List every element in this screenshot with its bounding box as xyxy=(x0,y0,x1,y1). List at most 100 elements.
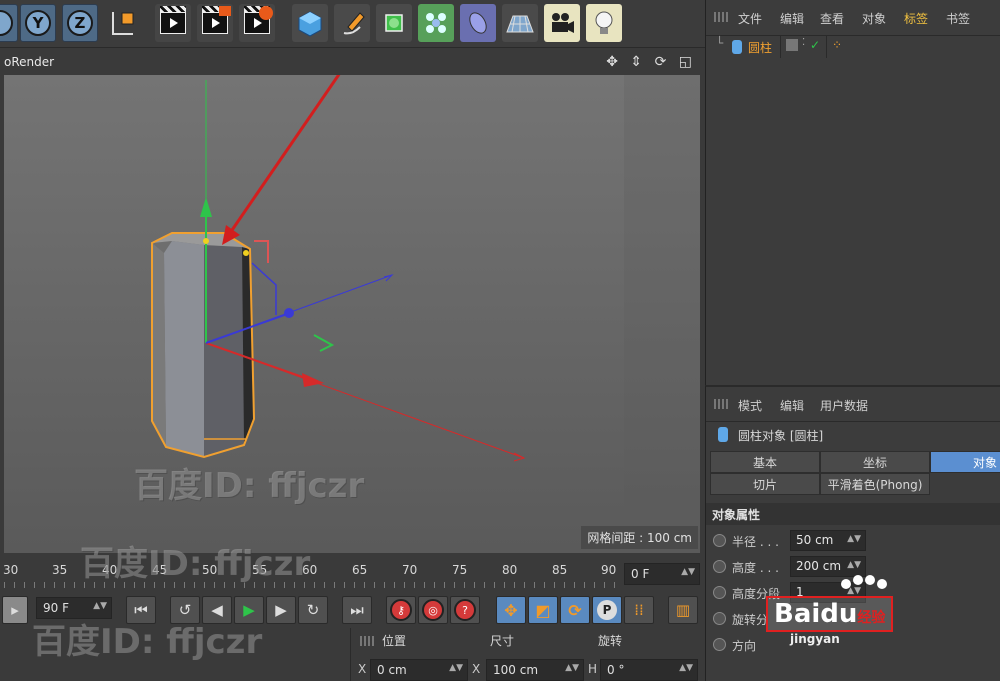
layer-icon[interactable] xyxy=(786,39,798,51)
question-icon: ? xyxy=(454,599,476,621)
current-frame-field[interactable]: 0 F ▲▼ xyxy=(624,563,700,585)
baidu-logo-suffix: 经验 xyxy=(857,610,886,626)
x-size-field[interactable]: 100 cm ▲▼ xyxy=(486,659,584,681)
parameter-key-button[interactable]: P xyxy=(592,596,622,624)
z-axis-lock-button[interactable]: Z xyxy=(62,4,98,42)
animation-radio[interactable] xyxy=(713,586,726,599)
skip-to-end-icon: ⏭ xyxy=(350,601,364,619)
subdivision-icon xyxy=(385,14,403,32)
menu-edit[interactable]: 编辑 xyxy=(780,397,804,414)
keyframe-selection-button[interactable]: ? xyxy=(450,596,480,624)
h-rotation-field[interactable]: 0 ° ▲▼ xyxy=(600,659,698,681)
z-axis-handle[interactable] xyxy=(284,308,294,318)
menu-file[interactable]: 文件 xyxy=(738,10,762,27)
stepper-arrows-icon[interactable]: ▲▼ xyxy=(449,663,463,673)
timeline-tick: 65 xyxy=(352,563,368,577)
menu-view[interactable]: 查看 xyxy=(820,10,844,27)
visibility-dots-icon[interactable]: ⁚ xyxy=(802,37,805,48)
render-view-button[interactable] xyxy=(155,4,191,42)
viewport-header: oRender ✥ ⇕ ⟳ ◱ xyxy=(0,52,700,74)
object-manager-menu: 文件 编辑 查看 对象 标签 书签 xyxy=(706,0,1000,36)
floor-button[interactable] xyxy=(502,4,538,42)
animation-radio[interactable] xyxy=(713,560,726,573)
object-list[interactable] xyxy=(706,58,1000,385)
timeline-tick: 30 xyxy=(3,563,19,577)
render-picture-viewer-button[interactable] xyxy=(197,4,233,42)
timeline-tick: 85 xyxy=(552,563,568,577)
menu-mode[interactable]: 模式 xyxy=(738,397,762,414)
next-frame-button[interactable]: ▶ xyxy=(266,596,296,624)
viewport-navigation-icons[interactable]: ✥ ⇕ ⟳ ◱ xyxy=(606,54,696,70)
autokeying-button[interactable]: ◎ xyxy=(418,596,448,624)
menu-user-data[interactable]: 用户数据 xyxy=(820,397,868,414)
subdivision-surface-button[interactable] xyxy=(376,4,412,42)
tab-object[interactable]: 对象 xyxy=(930,451,1000,473)
menu-edit[interactable]: 编辑 xyxy=(780,10,804,27)
tab-basic[interactable]: 基本 xyxy=(710,451,820,473)
stepper-arrows-icon[interactable]: ▲▼ xyxy=(679,663,693,673)
coordinate-system-button[interactable] xyxy=(104,4,140,42)
radius-field[interactable]: 50 cm ▲▼ xyxy=(790,530,866,551)
preview-start-button[interactable]: ▸ xyxy=(2,596,28,624)
z-axis-icon: Z xyxy=(67,10,93,36)
h-rotation-label: H xyxy=(588,662,598,676)
stepper-arrows-icon[interactable]: ▲▼ xyxy=(847,560,861,570)
animation-radio[interactable] xyxy=(713,534,726,547)
cylinder-icon xyxy=(718,427,728,442)
key-icon: ⚷ xyxy=(390,599,412,621)
cube-button[interactable] xyxy=(292,4,328,42)
stepper-arrows-icon[interactable]: ▲▼ xyxy=(847,534,861,544)
object-row-cylinder[interactable]: └ 圆柱 ⁚ ✓ ⁘ xyxy=(706,36,1000,58)
timeline-tick: 80 xyxy=(502,563,518,577)
phong-tag-icon[interactable]: ⁘ xyxy=(832,38,842,52)
panel-grip-icon[interactable] xyxy=(360,636,374,646)
menu-objects[interactable]: 对象 xyxy=(862,10,886,27)
x-position-field[interactable]: 0 cm ▲▼ xyxy=(370,659,468,681)
timeline-tick: 70 xyxy=(402,563,418,577)
light-button[interactable] xyxy=(586,4,622,42)
watermark-text: 百度ID: ffjczr xyxy=(32,622,263,662)
position-key-button[interactable]: ✥ xyxy=(496,596,526,624)
coordinate-system-icon xyxy=(112,12,134,35)
grid-spacing-label: 网格间距 : 100 cm xyxy=(581,526,698,549)
cloner-button[interactable] xyxy=(418,4,454,42)
y-axis-handle[interactable] xyxy=(200,197,212,217)
x-size-label: X xyxy=(472,662,481,676)
rotation-segments-label: 旋转分 xyxy=(732,613,769,627)
animation-radio[interactable] xyxy=(713,638,726,651)
animation-radio[interactable] xyxy=(713,612,726,625)
tab-slice[interactable]: 切片 xyxy=(710,473,820,495)
panel-grip-icon[interactable] xyxy=(714,12,728,22)
position-header: 位置 xyxy=(382,634,407,648)
point-level-key-button[interactable]: ⁞⁞ xyxy=(624,596,654,624)
panel-grip-icon[interactable] xyxy=(714,399,728,409)
stepper-arrows-icon[interactable]: ▲▼ xyxy=(93,601,107,611)
enabled-check-icon[interactable]: ✓ xyxy=(810,38,820,52)
rotation-key-button[interactable]: ⟳ xyxy=(560,596,590,624)
object-name[interactable]: 圆柱 xyxy=(748,39,772,56)
menu-bookmarks[interactable]: 书签 xyxy=(946,10,970,27)
record-active-objects-button[interactable]: ⚷ xyxy=(386,596,416,624)
watermark-text: 百度ID: ffjczr xyxy=(80,544,311,584)
scale-key-button[interactable]: ◩ xyxy=(528,596,558,624)
x-axis-lock-button[interactable] xyxy=(0,4,18,42)
watermark-text: 百度ID: ffjczr xyxy=(134,466,365,506)
render-settings-button[interactable] xyxy=(239,4,275,42)
tab-coord[interactable]: 坐标 xyxy=(820,451,930,473)
pen-tool-button[interactable] xyxy=(334,4,370,42)
h-rotation-value: 0 ° xyxy=(607,663,625,677)
stepper-arrows-icon[interactable]: ▲▼ xyxy=(681,567,695,577)
next-key-button[interactable]: ↻ xyxy=(298,596,328,624)
menu-tags[interactable]: 标签 xyxy=(904,10,928,27)
tab-phong[interactable]: 平滑着色(Phong) xyxy=(820,473,930,495)
go-to-end-button[interactable]: ⏭ xyxy=(342,596,372,624)
camera-button[interactable] xyxy=(544,4,580,42)
deformer-button[interactable] xyxy=(460,4,496,42)
x-position-value: 0 cm xyxy=(377,663,407,677)
timeline-settings-button[interactable]: ▥ xyxy=(668,596,698,624)
cloner-icon xyxy=(426,13,446,33)
cylinder-object[interactable] xyxy=(151,232,256,459)
stepper-arrows-icon[interactable]: ▲▼ xyxy=(565,663,579,673)
parameter-icon: P xyxy=(597,600,617,620)
y-axis-lock-button[interactable]: Y xyxy=(20,4,56,42)
